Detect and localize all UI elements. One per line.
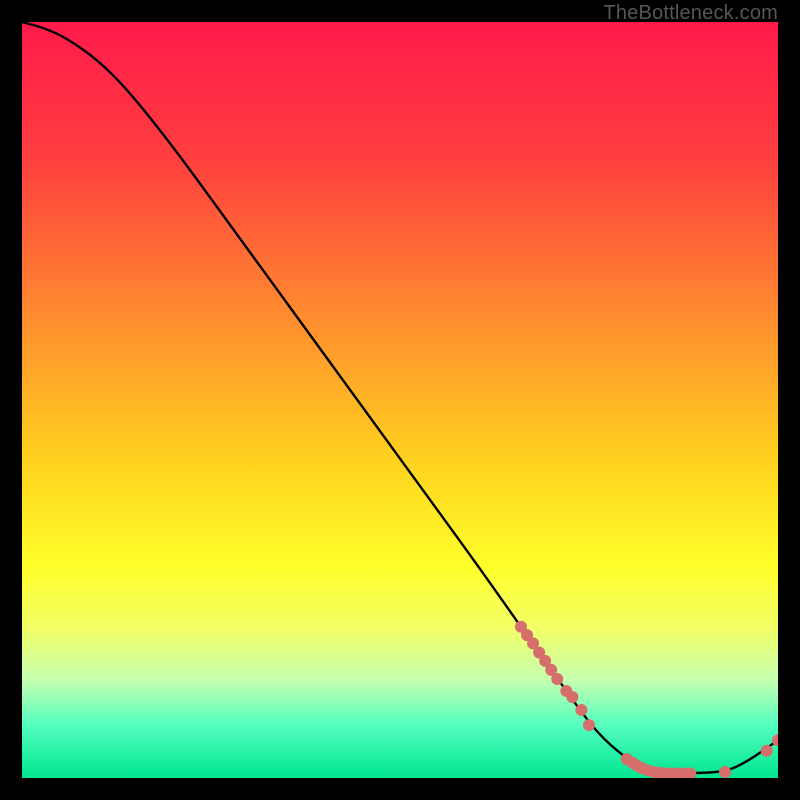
- bottleneck-chart: [22, 22, 778, 778]
- data-dot: [566, 691, 578, 703]
- chart-frame: TheBottleneck.com: [0, 0, 800, 800]
- chart-background: [22, 22, 778, 778]
- data-dot: [719, 766, 731, 778]
- data-dot: [575, 704, 587, 716]
- data-dot: [583, 719, 595, 731]
- data-dot: [551, 673, 563, 685]
- data-dot: [761, 745, 773, 757]
